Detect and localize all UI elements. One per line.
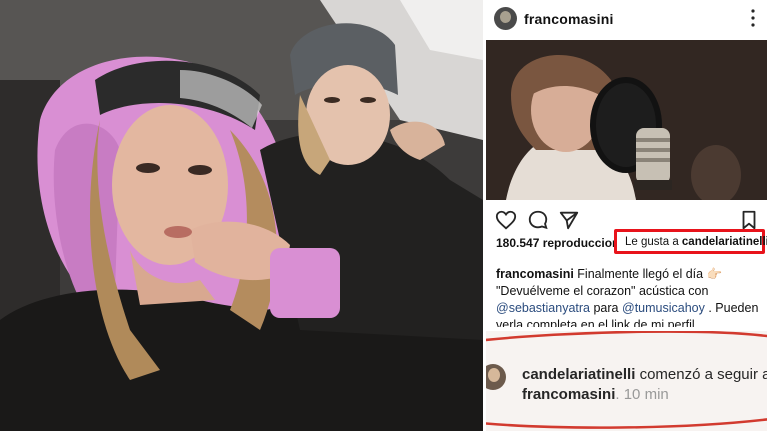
comment-icon[interactable]: [527, 209, 549, 231]
post-video[interactable]: [486, 40, 767, 200]
liked-by-highlight: Le gusta a candelariatinelli: [614, 229, 767, 254]
caption-text-3: para: [593, 301, 619, 315]
liked-by-prefix: Le gusta a: [625, 236, 682, 248]
avatar[interactable]: [494, 7, 517, 30]
hand-emoji-icon: 👉🏻: [706, 267, 723, 281]
mention-link[interactable]: @tumusicahoy: [622, 301, 705, 315]
caption-text-2: "Devuélveme el corazon" acústica con: [496, 284, 709, 298]
follow-user[interactable]: candelariatinelli: [522, 366, 635, 383]
post-username[interactable]: francomasini: [524, 11, 614, 27]
follow-line-1: candelariatinelli comenzó a seguir a: [522, 366, 767, 383]
liked-by-user[interactable]: candelariatinelli: [682, 236, 767, 248]
follow-target[interactable]: francomasini: [522, 386, 615, 403]
share-icon[interactable]: [558, 209, 580, 231]
follow-time: . 10 min: [615, 386, 669, 403]
bookmark-icon[interactable]: [738, 209, 760, 231]
instagram-post: francomasini 180.547 reproducciones fran…: [486, 0, 767, 327]
views-count: 180.547 reproducciones: [496, 236, 633, 250]
mention-link[interactable]: @sebastianyatra: [496, 301, 590, 315]
heart-icon[interactable]: [495, 209, 517, 231]
follow-action: comenzó a seguir a: [639, 366, 767, 383]
caption-text-1: Finalmente llegó el día: [577, 267, 704, 281]
more-vertical-icon[interactable]: [751, 9, 755, 27]
post-caption: francomasini Finalmente llegó el día 👉🏻 …: [496, 266, 761, 327]
follow-line-2: francomasini. 10 min: [522, 386, 669, 403]
liked-by-text: Le gusta a candelariatinelli: [625, 236, 767, 248]
couple-selfie-photo: [0, 0, 483, 431]
post-header: francomasini: [486, 0, 767, 38]
caption-username[interactable]: francomasini: [496, 267, 574, 281]
follow-notification: candelariatinelli comenzó a seguir a fra…: [486, 331, 767, 431]
